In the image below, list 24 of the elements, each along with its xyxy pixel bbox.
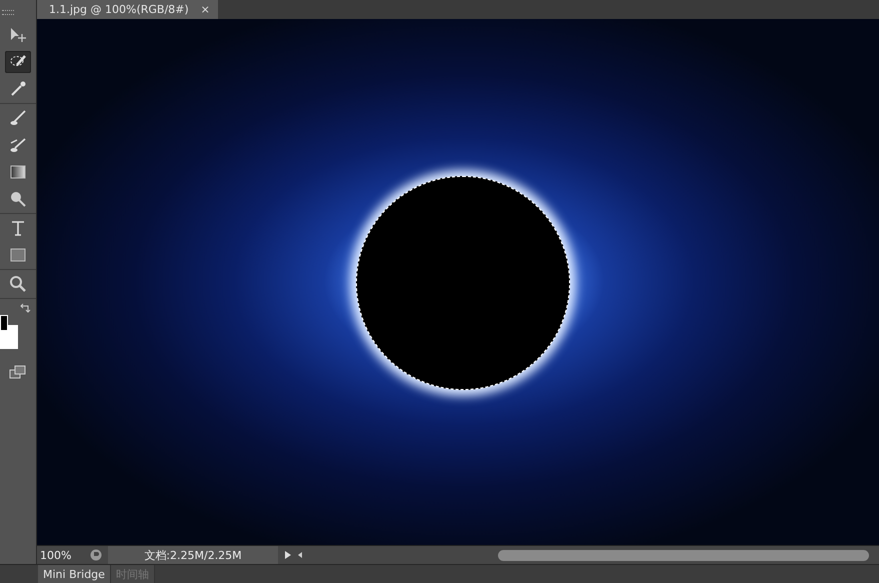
zoom-level[interactable]: 100%	[37, 548, 90, 562]
document-status-icon[interactable]	[90, 549, 102, 561]
rectangle-icon	[9, 246, 27, 264]
panel-tab[interactable]: Mini Bridge	[38, 565, 111, 583]
history-brush-icon	[9, 136, 27, 154]
zoom-icon	[9, 275, 27, 293]
screen-mode-icon[interactable]	[9, 365, 27, 379]
color-swatches-drawing[interactable]	[0, 315, 18, 349]
document-size-info: 文档:2.25M/2.25M	[108, 546, 278, 564]
panel-grip-icon	[2, 10, 14, 15]
lasso-tool-button[interactable]	[5, 51, 31, 73]
dodge-icon	[9, 190, 27, 208]
close-tab-button[interactable]: ×	[200, 3, 210, 16]
eyedropper-icon	[9, 80, 27, 98]
move-icon	[9, 26, 27, 44]
scroll-left-icon[interactable]	[298, 552, 303, 558]
brush-icon	[9, 109, 27, 127]
document-tab[interactable]: 1.1.jpg @ 100%(RGB/8#) ×	[37, 0, 218, 19]
gradient-icon	[9, 163, 27, 181]
play-icon[interactable]	[284, 550, 292, 560]
swap-colors-icon[interactable]	[19, 303, 31, 315]
document-title: 1.1.jpg @ 100%(RGB/8#)	[49, 3, 189, 16]
type-icon	[9, 219, 27, 237]
scrollbar-thumb[interactable]	[498, 550, 869, 560]
